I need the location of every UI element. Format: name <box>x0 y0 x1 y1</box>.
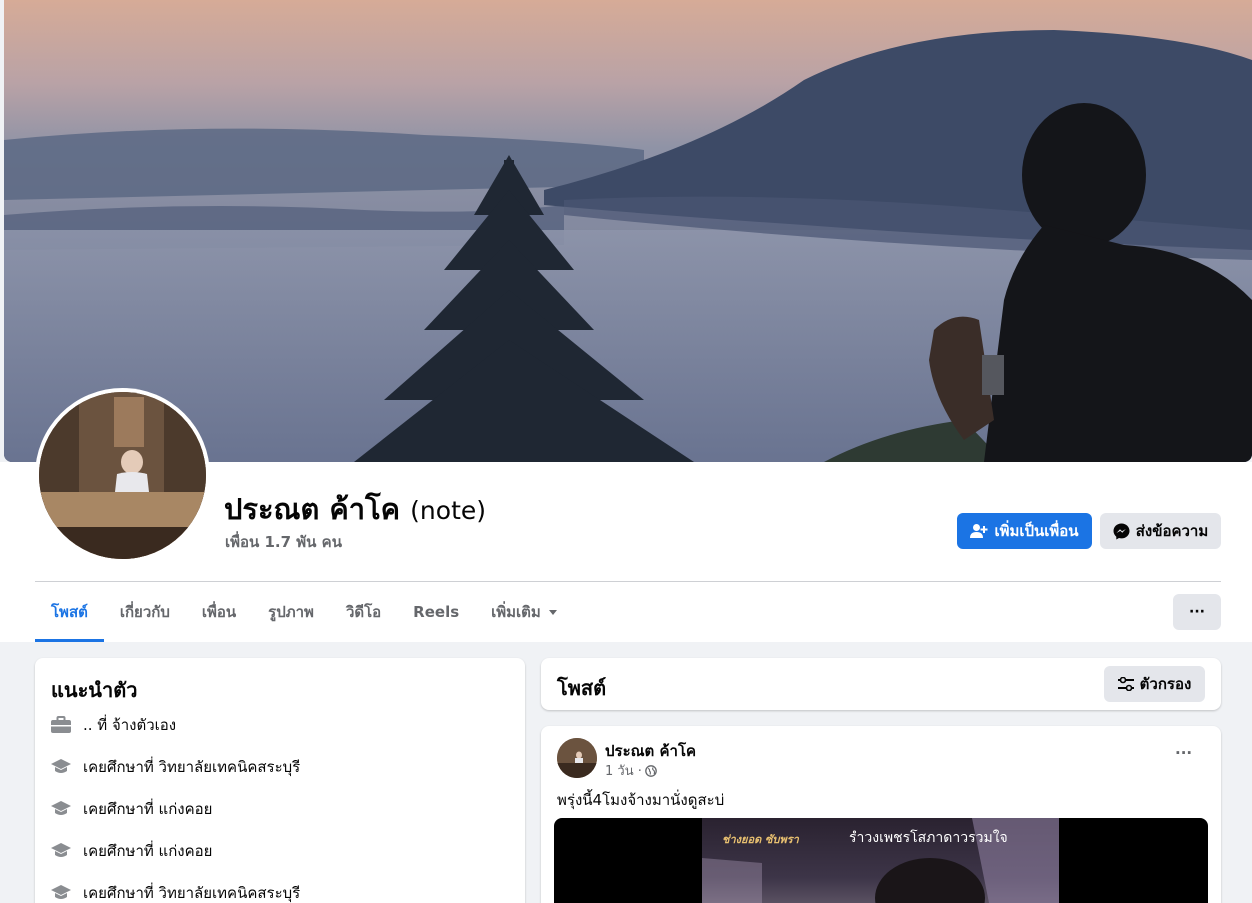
briefcase-icon <box>51 715 71 735</box>
tab-friends[interactable]: เพื่อน <box>186 582 252 642</box>
post-card: ประณต ค้าโค 1 วัน · ··· พรุ่งนี้4โมงจ้าง… <box>541 726 1221 903</box>
tab-friends-label: เพื่อน <box>201 603 237 621</box>
globe-icon <box>645 764 657 777</box>
tab-about-label: เกี่ยวกับ <box>119 603 170 621</box>
posts-header-card: โพสต์ ตัวกรอง <box>541 658 1221 710</box>
tab-more[interactable]: เพิ่มเติม <box>475 582 575 642</box>
add-friend-icon <box>970 524 988 538</box>
intro-item-education: เคยศึกษาที่ แก่งคอย <box>51 839 212 863</box>
graduation-cap-icon <box>51 799 71 819</box>
post-video[interactable]: ช่างยอด ซับพรา รำวงเพชรโสภาดาวรวมใจ <box>554 818 1208 903</box>
tab-posts[interactable]: โพสต์ <box>35 582 104 642</box>
intro-item-text: เคยศึกษาที่ วิทยาลัยเทคนิคสระบุรี <box>83 884 301 902</box>
intro-item-education: เคยศึกษาที่ แก่งคอย <box>51 797 212 821</box>
post-text: พรุ่งนี้4โมงจ้างมานั่งดูสะบ่ <box>557 791 725 809</box>
video-frame: ช่างยอด ซับพรา รำวงเพชรโสภาดาวรวมใจ <box>702 818 1059 903</box>
profile-alternate-name: (note) <box>410 496 487 525</box>
intro-item-education: เคยศึกษาที่ วิทยาลัยเทคนิคสระบุรี <box>51 755 300 779</box>
profile-avatar[interactable] <box>35 388 210 563</box>
intro-item-text: เคยศึกษาที่ แก่งคอย <box>83 842 213 860</box>
tab-photos-label: รูปภาพ <box>268 603 314 621</box>
tab-reels[interactable]: Reels <box>397 582 475 642</box>
post-timestamp[interactable]: 1 วัน · <box>605 760 642 781</box>
profile-name: ประณต ค้าโค (note) <box>224 486 486 532</box>
posts-title: โพสต์ <box>557 676 607 700</box>
profile-tabs: โพสต์ เกี่ยวกับ เพื่อน รูปภาพ วิดีโอ Ree… <box>35 582 575 642</box>
message-button[interactable]: ส่งข้อความ <box>1100 513 1221 549</box>
tab-videos-label: วิดีโอ <box>345 603 382 621</box>
video-caption: รำวงเพชรโสภาดาวรวมใจ <box>849 830 1008 846</box>
more-options-button[interactable]: ··· <box>1173 594 1221 630</box>
messenger-icon <box>1113 523 1130 539</box>
filter-icon <box>1117 677 1134 691</box>
filter-button[interactable]: ตัวกรอง <box>1104 666 1205 702</box>
graduation-cap-icon <box>51 757 71 777</box>
intro-item-text: เคยศึกษาที่ วิทยาลัยเทคนิคสระบุรี <box>83 758 301 776</box>
tab-videos[interactable]: วิดีโอ <box>330 582 397 642</box>
tab-photos[interactable]: รูปภาพ <box>252 582 330 642</box>
intro-card: แนะนำตัว .. ที่ จ้างตัวเอง เคยศึกษาที่ ว… <box>35 658 525 903</box>
caret-down-icon <box>548 610 557 615</box>
more-options-icon: ··· <box>1189 604 1205 620</box>
profile-name-text: ประณต ค้าโค <box>224 492 401 526</box>
tab-posts-label: โพสต์ <box>51 603 88 621</box>
avatar-photo <box>39 392 206 559</box>
tab-about[interactable]: เกี่ยวกับ <box>104 582 186 642</box>
post-meta: 1 วัน · <box>605 760 657 781</box>
intro-item-education: เคยศึกษาที่ วิทยาลัยเทคนิคสระบุรี <box>51 881 300 903</box>
add-friend-button[interactable]: เพิ่มเป็นเพื่อน <box>957 513 1092 549</box>
intro-item-text: .. ที่ จ้างตัวเอง <box>83 716 177 734</box>
intro-title: แนะนำตัว <box>51 678 138 702</box>
intro-item-text: เคยศึกษาที่ แก่งคอย <box>83 800 213 818</box>
tab-reels-label: Reels <box>413 603 460 621</box>
filter-label: ตัวกรอง <box>1139 675 1192 693</box>
add-friend-label: เพิ่มเป็นเพื่อน <box>994 522 1079 540</box>
post-more-button[interactable]: ··· <box>1175 744 1192 762</box>
tab-more-label: เพิ่มเติม <box>491 603 541 621</box>
graduation-cap-icon <box>51 841 71 861</box>
graduation-cap-icon <box>51 883 71 903</box>
intro-item-work: .. ที่ จ้างตัวเอง <box>51 713 176 737</box>
video-watermark: ช่างยอด ซับพรา <box>722 833 799 846</box>
post-author-avatar[interactable] <box>557 738 597 778</box>
message-label: ส่งข้อความ <box>1135 522 1209 540</box>
friends-count[interactable]: เพื่อน 1.7 พัน คน <box>225 530 342 554</box>
